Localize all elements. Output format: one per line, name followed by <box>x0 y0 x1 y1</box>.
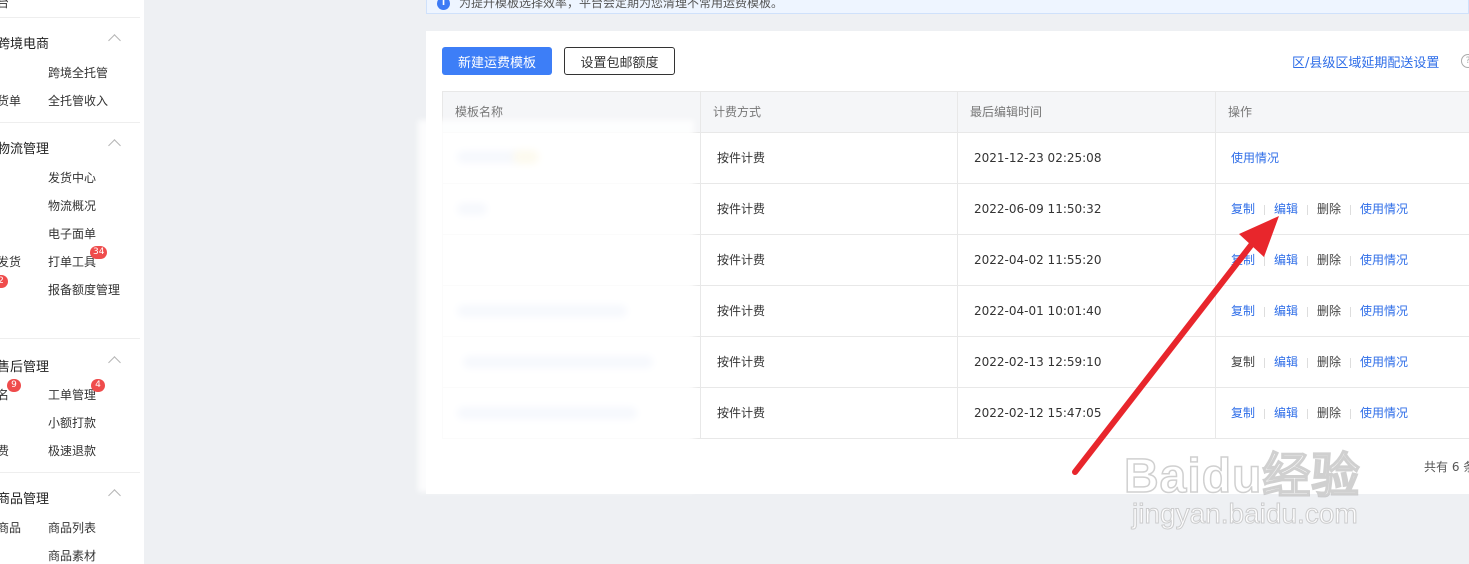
watermark-url: jingyan.baidu.com <box>1132 498 1359 530</box>
watermark-logo: Baidu经验 <box>1123 449 1361 504</box>
baidu-watermark: Baidu经验 jingyan.baidu.com <box>1123 436 1394 536</box>
